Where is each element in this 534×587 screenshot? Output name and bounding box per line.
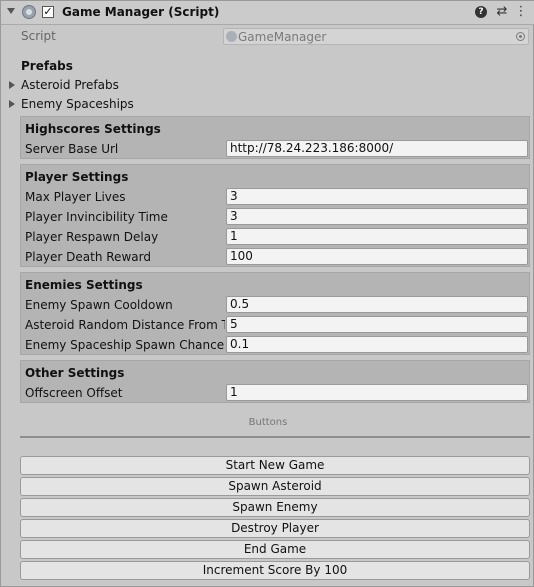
kebab-menu-icon[interactable]: ⋮ <box>514 4 528 20</box>
offscreen-offset-field[interactable]: 1 <box>226 384 528 401</box>
enemy-spaceship-spawn-chance-field[interactable]: 0.1 <box>226 336 528 353</box>
enabled-checkbox[interactable]: ✓ <box>42 6 54 18</box>
other-settings-box: Other Settings Offscreen Offset 1 <box>20 360 530 403</box>
section-title: Player Settings <box>25 170 129 184</box>
collapsed-arrow-icon[interactable] <box>9 100 15 108</box>
script-value: GameManager <box>238 30 327 44</box>
script-field[interactable]: GameManager <box>223 28 529 45</box>
max-player-lives-field[interactable]: 3 <box>226 188 528 205</box>
destroy-player-button[interactable]: Destroy Player <box>20 519 530 538</box>
player-death-reward-label: Player Death Reward <box>25 250 151 264</box>
enemy-spawn-cooldown-label: Enemy Spawn Cooldown <box>25 298 173 312</box>
end-game-button[interactable]: End Game <box>20 540 530 559</box>
server-base-url-label: Server Base Url <box>25 142 119 156</box>
max-player-lives-label: Max Player Lives <box>25 190 126 204</box>
spawn-asteroid-button[interactable]: Spawn Asteroid <box>20 477 530 496</box>
script-label: Script <box>21 29 56 43</box>
section-title: Enemies Settings <box>25 278 143 292</box>
section-title: Highscores Settings <box>25 122 161 136</box>
presets-icon[interactable]: ⇄ <box>495 4 509 20</box>
foldout-label: Asteroid Prefabs <box>21 78 119 92</box>
enemies-settings-box: Enemies Settings Enemy Spawn Cooldown 0.… <box>20 272 530 355</box>
divider <box>20 436 530 438</box>
player-respawn-delay-label: Player Respawn Delay <box>25 230 159 244</box>
highscores-settings-box: Highscores Settings Server Base Url http… <box>20 116 530 159</box>
script-icon <box>22 5 36 19</box>
collapsed-arrow-icon[interactable] <box>9 81 15 89</box>
foldout-label: Enemy Spaceships <box>21 97 134 111</box>
foldout-arrow-icon[interactable] <box>7 8 15 14</box>
asteroid-random-distance-label: Asteroid Random Distance From Target <box>25 318 225 332</box>
object-picker-icon[interactable] <box>516 32 525 41</box>
component-title: Game Manager (Script) <box>62 5 220 19</box>
enemy-spaceship-spawn-chance-label: Enemy Spaceship Spawn Chance <box>25 338 225 352</box>
player-settings-box: Player Settings Max Player Lives 3 Playe… <box>20 164 530 267</box>
asteroid-random-distance-field[interactable]: 5 <box>226 316 528 333</box>
enemy-spawn-cooldown-field[interactable]: 0.5 <box>226 296 528 313</box>
increment-score-button[interactable]: Increment Score By 100 <box>20 561 530 580</box>
buttons-header: Buttons <box>248 417 288 428</box>
section-title: Other Settings <box>25 366 125 380</box>
player-death-reward-field[interactable]: 100 <box>226 248 528 265</box>
offscreen-offset-label: Offscreen Offset <box>25 386 123 400</box>
inspector-panel: ✓ Game Manager (Script) ? ⇄ ⋮ Script Gam… <box>0 0 534 587</box>
player-invincibility-time-label: Player Invincibility Time <box>25 210 168 224</box>
prefabs-header: Prefabs <box>21 59 73 73</box>
player-respawn-delay-field[interactable]: 1 <box>226 228 528 245</box>
spawn-enemy-button[interactable]: Spawn Enemy <box>20 498 530 517</box>
start-new-game-button[interactable]: Start New Game <box>20 456 530 475</box>
player-invincibility-time-field[interactable]: 3 <box>226 208 528 225</box>
script-asset-icon <box>226 31 237 42</box>
server-base-url-field[interactable]: http://78.24.223.186:8000/ <box>226 140 528 157</box>
component-header[interactable]: ✓ Game Manager (Script) ? ⇄ ⋮ <box>1 1 534 25</box>
help-icon[interactable]: ? <box>475 6 487 18</box>
